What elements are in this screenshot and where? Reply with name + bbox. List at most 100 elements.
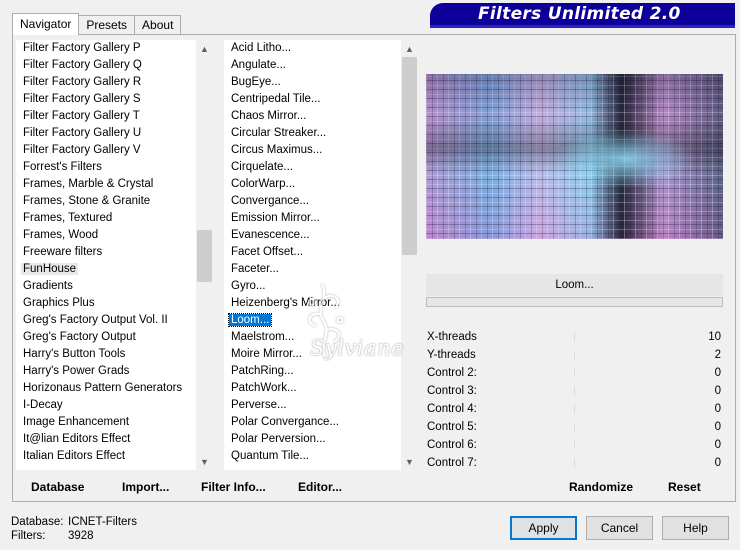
scroll-thumb[interactable] — [402, 57, 417, 255]
filter-scrollbar[interactable]: ▲ ▼ — [401, 40, 418, 470]
category-listbox[interactable]: Filter Factory Gallery P Filter Factory G… — [16, 40, 213, 470]
list-item-label: Frames, Marble & Crystal — [23, 178, 154, 190]
category-list-item[interactable]: Filter Factory Gallery S — [16, 91, 196, 108]
category-list-item[interactable]: Harry's Button Tools — [16, 346, 196, 363]
filter-list-item[interactable]: Convergance... — [224, 193, 401, 210]
scroll-up-arrow-icon[interactable]: ▲ — [196, 40, 213, 57]
filter-list-item[interactable]: Gyro... — [224, 278, 401, 295]
category-list-item[interactable]: Image Enhancement — [16, 414, 196, 431]
filter-list-item[interactable]: Acid Litho... — [224, 40, 401, 57]
filter-list-item[interactable]: PatchWork... — [224, 380, 401, 397]
tab-presets[interactable]: Presets — [78, 15, 136, 35]
tab-about[interactable]: About — [134, 15, 182, 35]
filter-list-item[interactable]: Moire Mirror... — [224, 346, 401, 363]
slider-tick — [574, 387, 575, 395]
category-list-item[interactable]: Frames, Textured — [16, 210, 196, 227]
filter-list-item[interactable]: Cirquelate... — [224, 159, 401, 176]
category-list-item[interactable]: Harry's Power Grads — [16, 363, 196, 380]
filter-list-item[interactable]: ColorWarp... — [224, 176, 401, 193]
database-button[interactable]: Database — [31, 474, 84, 500]
control-slider-row[interactable]: Control 3: 0 — [426, 382, 723, 400]
category-list-item[interactable]: Filter Factory Gallery T — [16, 108, 196, 125]
list-item-label: Polar Perversion... — [231, 433, 326, 445]
filter-list-item[interactable]: Circular Streaker... — [224, 125, 401, 142]
list-item-label: Angulate... — [231, 59, 286, 71]
filter-list-item[interactable]: Angulate... — [224, 57, 401, 74]
control-slider-row[interactable]: Y-threads 2 — [426, 346, 723, 364]
list-item-label: Perverse... — [231, 399, 287, 411]
filter-list-item[interactable]: BugEye... — [224, 74, 401, 91]
category-list-item[interactable]: Greg's Factory Output — [16, 329, 196, 346]
category-list-item[interactable]: Filter Factory Gallery V — [16, 142, 196, 159]
editor-button[interactable]: Editor... — [298, 474, 342, 500]
category-list-item[interactable]: Greg's Factory Output Vol. II — [16, 312, 196, 329]
category-list-item[interactable]: Forrest's Filters — [16, 159, 196, 176]
category-list-item[interactable]: Filter Factory Gallery U — [16, 125, 196, 142]
scroll-thumb[interactable] — [197, 230, 212, 282]
category-list-item[interactable]: Freeware filters — [16, 244, 196, 261]
filter-list-item[interactable]: Quantum Tile... — [224, 448, 401, 465]
help-button[interactable]: Help — [662, 516, 729, 540]
category-list-item[interactable]: Filter Factory Gallery Q — [16, 57, 196, 74]
filter-list-item[interactable]: Polar Convergance... — [224, 414, 401, 431]
category-list-item[interactable]: I-Decay — [16, 397, 196, 414]
filter-list-item[interactable]: Maelstrom... — [224, 329, 401, 346]
cancel-button[interactable]: Cancel — [586, 516, 653, 540]
category-list-item[interactable]: Filter Factory Gallery R — [16, 74, 196, 91]
category-scrollbar[interactable]: ▲ ▼ — [196, 40, 213, 470]
filter-list-item[interactable]: Heizenberg's Mirror... — [224, 295, 401, 312]
category-list-item[interactable]: Graphics Plus — [16, 295, 196, 312]
filter-list-item[interactable]: Faceter... — [224, 261, 401, 278]
scroll-down-arrow-icon[interactable]: ▼ — [401, 453, 418, 470]
control-slider-row[interactable]: Control 2: 0 — [426, 364, 723, 382]
filter-list-item[interactable]: Facet Offset... — [224, 244, 401, 261]
filter-list-item[interactable]: Evanescence... — [224, 227, 401, 244]
list-item-label: Filter Factory Gallery P — [23, 42, 141, 54]
tab-navigator[interactable]: Navigator — [12, 13, 80, 35]
filter-list-item[interactable]: PatchRing... — [224, 363, 401, 380]
category-list-item[interactable]: Horizonaus Pattern Generators — [16, 380, 196, 397]
import-button[interactable]: Import... — [122, 474, 169, 500]
list-item-label: Image Enhancement — [23, 416, 130, 428]
control-slider-row[interactable]: Control 6: 0 — [426, 436, 723, 454]
filter-list-item[interactable]: Emission Mirror... — [224, 210, 401, 227]
randomize-button[interactable]: Randomize — [569, 474, 633, 500]
filter-preview-image — [426, 74, 723, 239]
list-item-label: Freeware filters — [23, 246, 103, 258]
slider-tick — [574, 369, 575, 377]
filter-list-item[interactable]: Centripedal Tile... — [224, 91, 401, 108]
control-slider-row[interactable]: X-threads 10 — [426, 328, 723, 346]
filter-list-item[interactable]: Perverse... — [224, 397, 401, 414]
list-item-label: Gradients — [23, 280, 73, 292]
reset-button[interactable]: Reset — [668, 474, 701, 500]
category-list-item[interactable]: Italian Editors Effect — [16, 448, 196, 465]
control-value: 2 — [714, 349, 721, 361]
list-item-label: Frames, Stone & Granite — [23, 195, 151, 207]
filter-listbox[interactable]: Acid Litho... Angulate... BugEye... Centrip… — [224, 40, 418, 470]
list-item-label: Emission Mirror... — [231, 212, 320, 224]
filter-list-item[interactable]: Circus Maximus... — [224, 142, 401, 159]
category-list-item[interactable]: Frames, Wood — [16, 227, 196, 244]
category-list-item[interactable]: Frames, Stone & Granite — [16, 193, 196, 210]
category-list-item[interactable]: Gradients — [16, 278, 196, 295]
scroll-up-arrow-icon[interactable]: ▲ — [401, 40, 418, 57]
filter-list-item[interactable]: Loom... — [224, 312, 401, 329]
control-slider-row[interactable]: Control 4: 0 — [426, 400, 723, 418]
control-slider-row[interactable]: Control 5: 0 — [426, 418, 723, 436]
scroll-down-arrow-icon[interactable]: ▼ — [196, 453, 213, 470]
filter-list-item[interactable]: Chaos Mirror... — [224, 108, 401, 125]
control-label: Y-threads — [427, 349, 476, 361]
control-slider-row[interactable]: Control 7: 0 — [426, 454, 723, 472]
category-list-item[interactable]: FunHouse — [16, 261, 196, 278]
list-item-label: Chaos Mirror... — [231, 110, 307, 122]
apply-button[interactable]: Apply — [510, 516, 577, 540]
list-item-label: Facet Offset... — [231, 246, 304, 258]
category-list-item[interactable]: Frames, Marble & Crystal — [16, 176, 196, 193]
list-item-label: Filter Factory Gallery S — [23, 93, 141, 105]
control-value: 0 — [714, 367, 721, 379]
title-banner: Filters Unlimited 2.0 — [430, 3, 735, 28]
category-list-item[interactable]: It@lian Editors Effect — [16, 431, 196, 448]
filter-list-item[interactable]: Polar Perversion... — [224, 431, 401, 448]
category-list-item[interactable]: Filter Factory Gallery P — [16, 40, 196, 57]
filter-info-button[interactable]: Filter Info... — [201, 474, 266, 500]
